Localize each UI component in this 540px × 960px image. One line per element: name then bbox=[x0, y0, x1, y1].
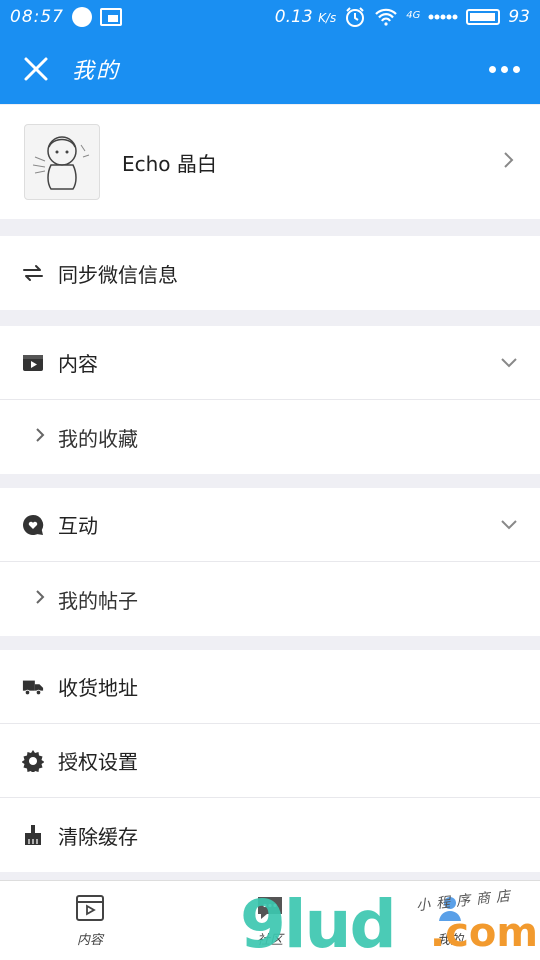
close-icon bbox=[24, 57, 48, 81]
content-row[interactable]: 内容 bbox=[0, 326, 540, 400]
status-bar: 08:57 0.13 K/s 4G 93 bbox=[0, 0, 540, 34]
profile-name: Echo 晶白 bbox=[122, 151, 217, 176]
alarm-icon bbox=[346, 7, 365, 27]
signal-indicator: 4G bbox=[406, 10, 421, 21]
avatar-sketch-icon bbox=[32, 136, 90, 190]
interaction-label: 互动 bbox=[58, 514, 98, 538]
address-label: 收货地址 bbox=[58, 676, 138, 700]
tab-mine-label: 我的 bbox=[436, 933, 463, 948]
video-icon bbox=[22, 352, 44, 374]
chevron-right-icon bbox=[34, 426, 46, 448]
tab-content[interactable]: 内容 bbox=[0, 881, 180, 960]
tab-content-label: 内容 bbox=[76, 933, 103, 948]
my-posts-label: 我的帖子 bbox=[58, 588, 138, 613]
chevron-right-icon bbox=[34, 588, 46, 610]
notification-icon bbox=[72, 7, 92, 27]
status-right: 0.13 K/s 4G 93 bbox=[275, 6, 530, 28]
dot bbox=[513, 65, 520, 73]
tab-community[interactable]: 社区 bbox=[180, 881, 360, 960]
signal-icon bbox=[428, 14, 458, 20]
auth-settings-row[interactable]: 授权设置 bbox=[0, 724, 540, 798]
image-icon bbox=[100, 8, 122, 26]
battery-icon bbox=[466, 9, 501, 25]
interaction-section: 互动 我的帖子 bbox=[0, 488, 540, 636]
chevron-down-icon bbox=[500, 515, 518, 534]
settings-section: 收货地址 授权设置 清除缓存 bbox=[0, 650, 540, 872]
page-title: 我的 bbox=[72, 59, 121, 84]
content-section: 内容 我的收藏 bbox=[0, 326, 540, 474]
sync-wechat-label: 同步微信信息 bbox=[58, 262, 178, 287]
my-favorites-label: 我的收藏 bbox=[58, 426, 138, 451]
chevron-down-icon bbox=[500, 353, 518, 372]
my-favorites-row[interactable]: 我的收藏 bbox=[0, 400, 540, 474]
dot bbox=[501, 65, 508, 73]
wifi-icon bbox=[375, 8, 398, 26]
interaction-row[interactable]: 互动 bbox=[0, 488, 540, 562]
tab-mine[interactable]: 我的 bbox=[360, 881, 540, 960]
avatar bbox=[24, 124, 100, 200]
status-time: 08:57 bbox=[10, 7, 64, 27]
net-speed: 0.13 K/s bbox=[274, 7, 337, 27]
gear-icon bbox=[22, 749, 44, 772]
sync-section: 同步微信信息 bbox=[0, 236, 540, 310]
broom-icon bbox=[22, 824, 44, 846]
content-label: 内容 bbox=[58, 352, 98, 376]
sync-wechat-row[interactable]: 同步微信信息 bbox=[0, 236, 540, 310]
chat-icon bbox=[258, 897, 282, 919]
close-button[interactable] bbox=[20, 53, 52, 85]
tab-community-label: 社区 bbox=[256, 933, 283, 948]
person-icon bbox=[439, 897, 461, 921]
chat-heart-icon bbox=[22, 514, 44, 536]
chevron-right-icon bbox=[502, 150, 516, 174]
nav-bar: 我的 bbox=[0, 34, 540, 104]
swap-arrows-icon bbox=[22, 262, 44, 284]
profile-card[interactable]: Echo 晶白 bbox=[0, 105, 540, 219]
tab-bar: 内容 社区 我的 bbox=[0, 880, 540, 960]
clear-cache-label: 清除缓存 bbox=[58, 824, 138, 849]
my-posts-row[interactable]: 我的帖子 bbox=[0, 562, 540, 636]
clear-cache-row[interactable]: 清除缓存 bbox=[0, 798, 540, 872]
address-row[interactable]: 收货地址 bbox=[0, 650, 540, 724]
more-button[interactable] bbox=[489, 56, 520, 83]
battery-level: 93 bbox=[508, 7, 530, 27]
dot bbox=[489, 65, 496, 73]
truck-icon bbox=[22, 676, 44, 698]
video-icon bbox=[76, 895, 104, 921]
auth-settings-label: 授权设置 bbox=[58, 750, 138, 774]
